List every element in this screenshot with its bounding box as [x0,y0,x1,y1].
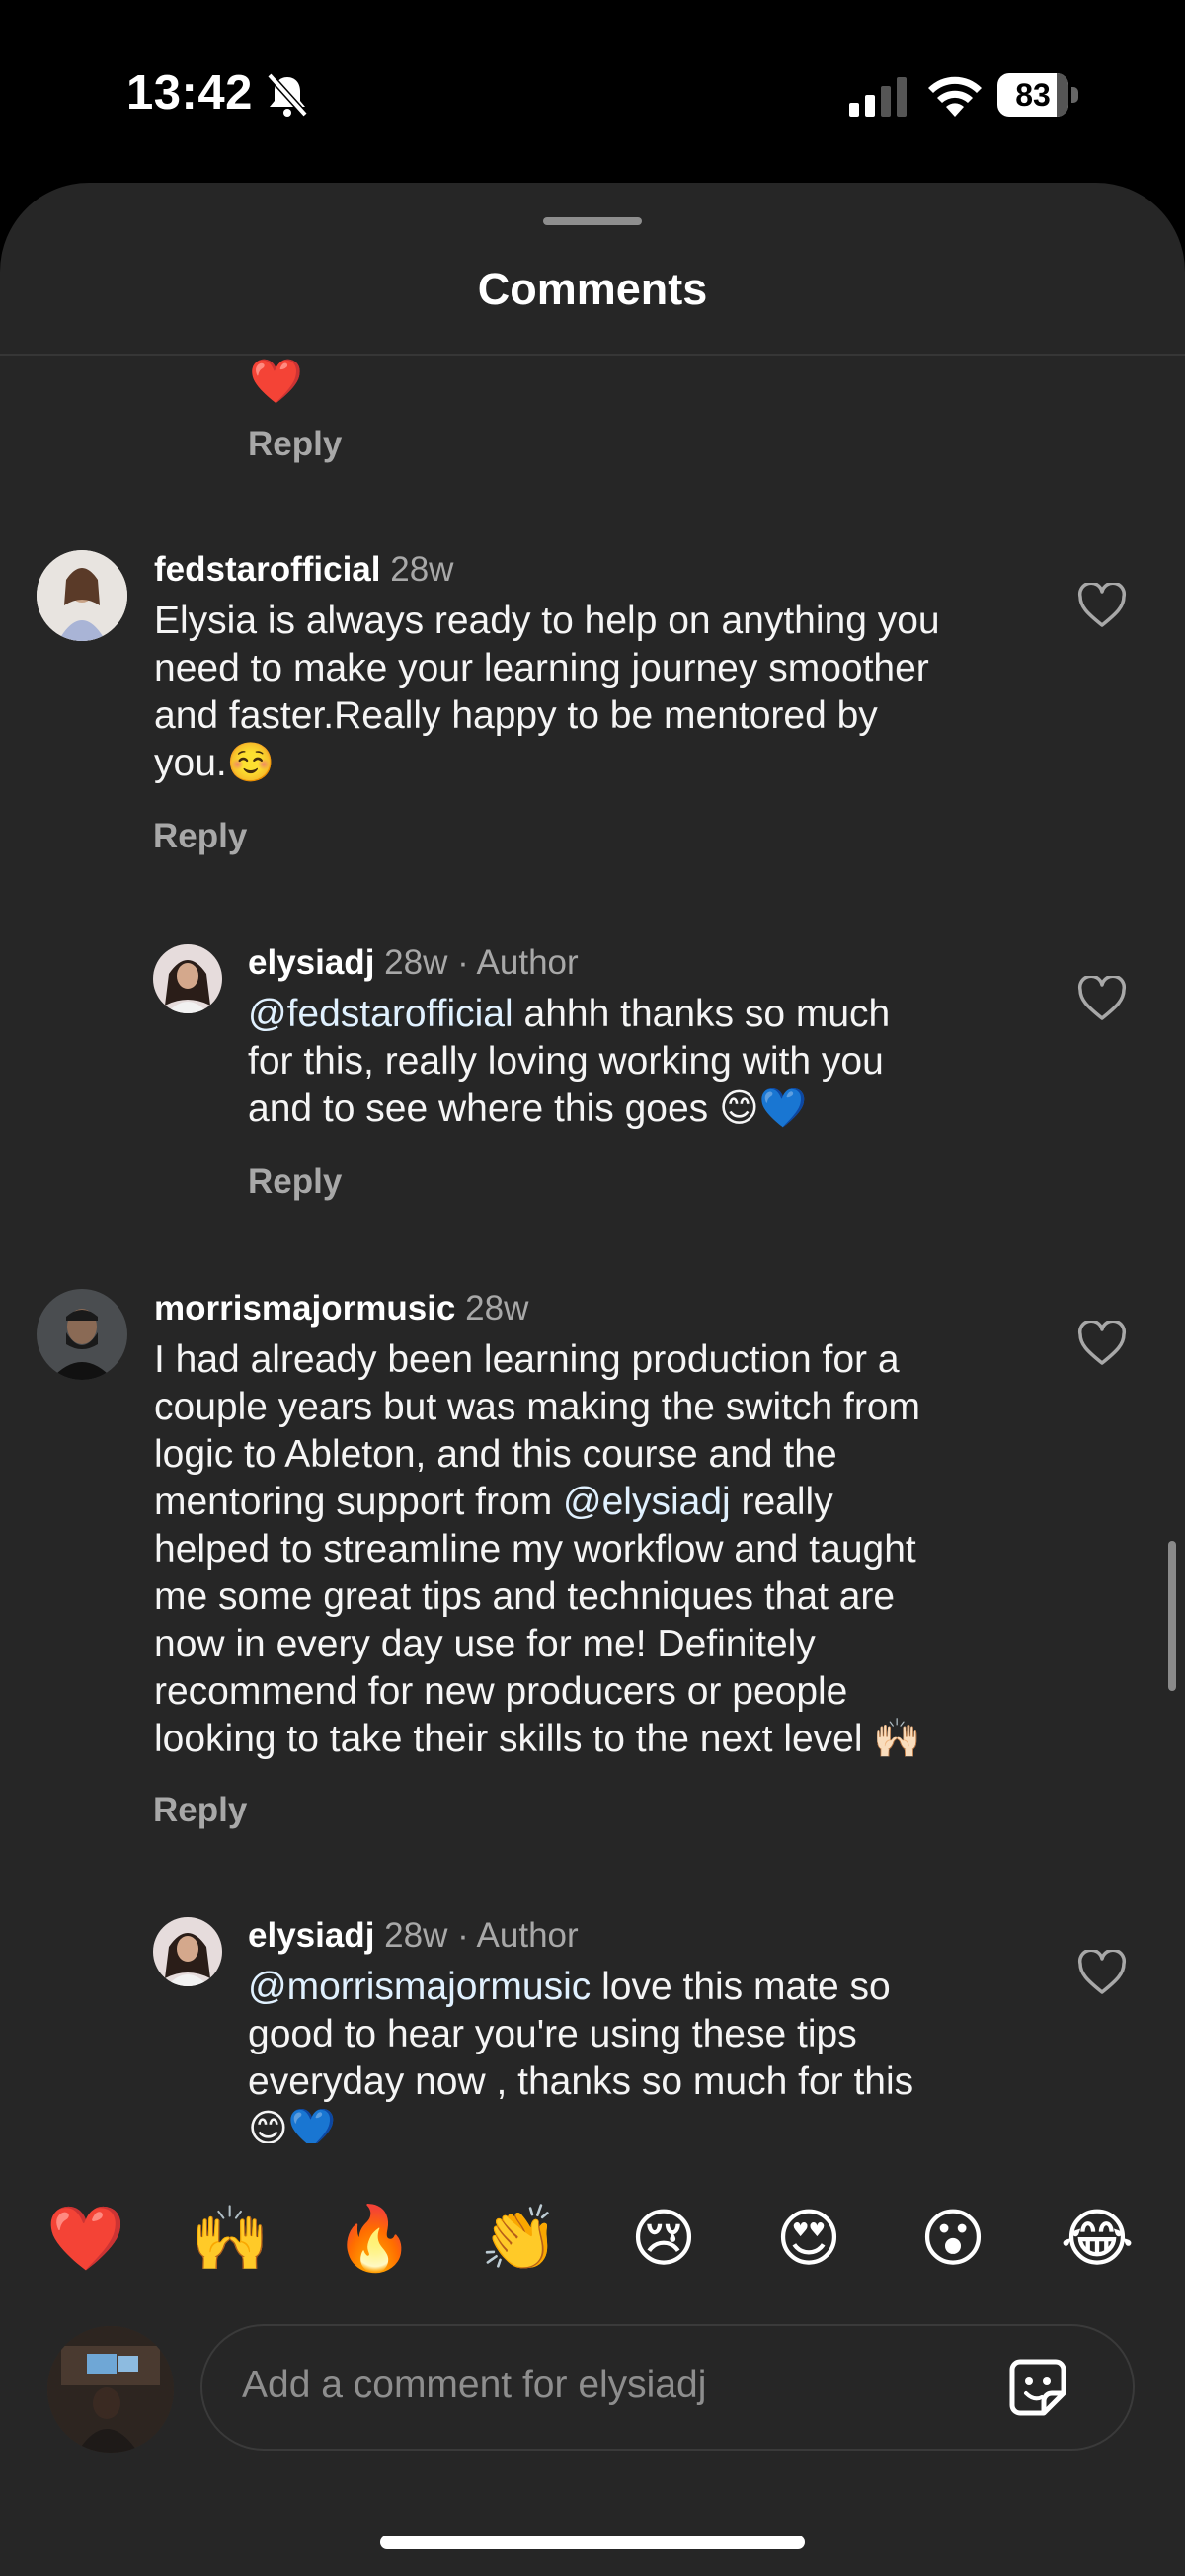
avatar-image [37,550,127,641]
emoji-reaction-fire[interactable]: 🔥 [335,2203,414,2274]
comment-username[interactable]: fedstarofficial [154,550,381,589]
comments-list[interactable]: ❤️ Reply fedstarofficial 28w Elysia is a… [0,356,1185,2143]
emoji-reaction-heart[interactable]: ❤️ [46,2203,125,2274]
mention-link[interactable]: @elysiadj [563,1481,731,1523]
comment-line: helped to streamline my workflow and tau… [154,1528,916,1570]
avatar[interactable] [37,550,127,641]
comment-line: you.☺️ [154,742,276,784]
comment-text: @morrismajormusic love this mate so good… [248,1964,1038,2143]
emoji-reaction-raised-hands[interactable]: 🙌 [191,2203,270,2274]
comment-line: Elysia is always ready to help on anythi… [154,600,940,642]
reply-button[interactable]: Reply [153,817,247,856]
comment-header: fedstarofficial 28w [154,550,453,590]
reply-button[interactable]: Reply [248,425,342,464]
cellular-signal-icon [849,77,907,117]
heart-outline-icon[interactable] [1077,976,1127,1021]
current-user-avatar [47,2326,174,2453]
status-time: 13:42 [126,66,253,120]
mention-link[interactable]: @morrismajormusic [248,1966,591,2008]
partial-comment-emoji: ❤️ [249,358,303,406]
comment-line: love this mate so [591,1966,891,2008]
comment-line: now in every day use for me! Definitely [154,1623,816,1665]
comment-line: and to see where this goes 😊💙 [248,1087,808,1130]
sheet-title: Comments [477,264,708,314]
comment-line: 😊💙 [248,2108,337,2143]
status-bar: 13:42 83 [0,0,1185,178]
comment-line: for this, really loving working with you [248,1040,884,1083]
comment-line: really [730,1481,833,1523]
avatar-image [37,1289,127,1380]
avatar[interactable] [153,1917,222,1986]
comment-line: couple years but was making the switch f… [154,1386,921,1428]
avatar[interactable] [153,944,222,1013]
comment-header: morrismajormusic 28w [154,1289,528,1328]
drag-handle[interactable] [543,217,642,225]
comment-line: looking to take their skills to the next… [154,1718,921,1760]
comment-line: ahhh thanks so much [513,993,891,1035]
home-indicator[interactable] [380,2536,805,2549]
comment-header: elysiadj 28w · Author [248,1916,579,1956]
comment-line: mentoring support from [154,1481,564,1523]
comment-line: need to make your learning journey smoot… [154,647,929,689]
emoji-reaction-laughing[interactable]: 😂 [1058,2203,1137,2274]
battery-icon: 83 [997,73,1078,117]
comment-line: recommend for new producers or people [154,1670,848,1713]
avatar-image [47,2326,174,2453]
heart-outline-icon[interactable] [1077,1950,1127,1995]
comment-line: good to hear you're using these tips [248,2013,857,2055]
comments-sheet: Comments ❤️ Reply fedstarofficial 28w El… [0,183,1185,2576]
emoji-reaction-surprised[interactable]: 😮 [913,2203,992,2274]
author-tag: · Author [457,1916,579,1955]
comment-input[interactable]: Add a comment for elysiadj [200,2324,1135,2451]
comment-line: I had already been learning production f… [154,1338,900,1381]
emoji-reaction-heart-eyes[interactable]: 😍 [769,2203,848,2274]
avatar-image [153,944,222,1013]
comment-text: Elysia is always ready to help on anythi… [154,598,1043,787]
reply-button[interactable]: Reply [248,1163,342,1202]
heart-outline-icon[interactable] [1077,1321,1127,1366]
battery-level: 83 [1015,77,1051,113]
author-tag: · Author [457,943,579,982]
bell-slash-icon [267,72,308,118]
comment-text: @fedstarofficial ahhh thanks so much for… [248,991,1038,1133]
comment-text: I had already been learning production f… [154,1336,1043,1763]
comment-line: and faster.Really happy to be mentored b… [154,694,878,737]
mention-link[interactable]: @fedstarofficial [248,993,514,1035]
comment-time: 28w [465,1289,529,1328]
avatar-image [153,1917,222,1986]
comment-header: elysiadj 28w · Author [248,943,579,983]
comment-line: everyday now , thanks so much for this [248,2060,914,2103]
comment-time: 28w [384,1916,448,1955]
comment-username[interactable]: elysiadj [248,943,374,982]
comment-time: 28w [384,943,448,982]
heart-outline-icon[interactable] [1077,583,1127,628]
scrollbar[interactable] [1168,1541,1176,1691]
comment-line: logic to Ableton, and this course and th… [154,1433,837,1476]
comment-input-placeholder: Add a comment for elysiadj [242,2364,707,2406]
sticker-icon[interactable] [1002,2352,1073,2423]
comment-line: me some great tips and techniques that a… [154,1575,896,1618]
comment-username[interactable]: morrismajormusic [154,1289,455,1328]
avatar[interactable] [37,1289,127,1380]
wifi-icon [928,76,982,117]
comment-time: 28w [390,550,454,589]
comment-username[interactable]: elysiadj [248,1916,374,1955]
emoji-reaction-crying[interactable]: 😢 [624,2203,703,2274]
reply-button[interactable]: Reply [153,1791,247,1830]
emoji-reaction-clap[interactable]: 👏 [480,2203,559,2274]
